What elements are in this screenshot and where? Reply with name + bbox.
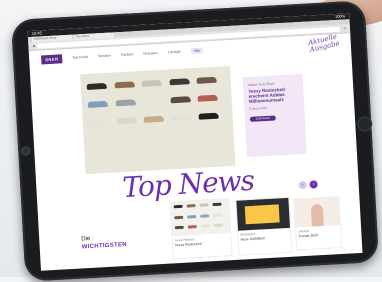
sneaker-product-image[interactable] xyxy=(87,100,108,108)
sneaker-product-image[interactable] xyxy=(196,76,218,84)
nav-item-lifestyle[interactable]: Lifestyle xyxy=(168,50,181,55)
screen: 10:45 100% SNEAKER-Shop Top News ◀ ↻ SNK… xyxy=(27,13,363,271)
nav-item-sneaker[interactable]: Sneaker xyxy=(98,54,111,59)
section-subtitle-die: Die xyxy=(81,236,91,243)
sneaker-product-image[interactable] xyxy=(197,94,219,102)
sneaker-product-image[interactable] xyxy=(116,117,137,125)
sneaker-product-image[interactable] xyxy=(86,82,107,90)
sneaker-product-image[interactable] xyxy=(142,97,164,105)
person-image xyxy=(310,203,324,227)
back-icon[interactable]: ◀ xyxy=(32,44,35,48)
sneaker-product-image[interactable] xyxy=(143,115,165,123)
sneaker-product-image[interactable] xyxy=(169,78,190,86)
sneaker-thumbnail xyxy=(187,225,197,229)
next-arrow-icon[interactable]: › xyxy=(309,180,318,189)
nav-item-releases[interactable]: Releases xyxy=(143,51,158,56)
section-title: Top News xyxy=(121,163,255,205)
sneaker-thumbnail xyxy=(212,202,222,207)
site-logo[interactable]: SNKR xyxy=(40,53,63,64)
promo-button[interactable]: Jetzt lesen xyxy=(249,115,276,122)
news-card[interactable]: Lifestyle Trends 2024 xyxy=(293,196,343,251)
news-card-image xyxy=(294,197,340,228)
sneaker-product-image[interactable] xyxy=(88,118,109,126)
promo-meta: Februar 2024 xyxy=(249,105,268,111)
news-card-image xyxy=(170,199,231,237)
sneaker-thumbnail xyxy=(213,223,223,228)
news-card-title[interactable]: Trends 2024 xyxy=(298,232,338,238)
nav-info-button[interactable]: Info xyxy=(190,47,203,55)
sneaker-product-image[interactable] xyxy=(115,99,136,107)
news-card[interactable]: Workspace Neue Kollektion xyxy=(235,196,293,256)
sneaker-thumbnail xyxy=(174,215,184,219)
hero-image[interactable] xyxy=(80,65,236,175)
sneaker-thumbnail xyxy=(213,213,223,217)
home-button[interactable] xyxy=(356,116,373,132)
news-card[interactable]: Yeezy Release Yeezy Restocked xyxy=(169,198,233,260)
carousel-arrows: ‹ › xyxy=(298,180,318,190)
battery-label: 100% xyxy=(334,13,346,19)
sneaker-product-image[interactable] xyxy=(171,114,192,122)
nav-item-fashion[interactable]: Fashion xyxy=(121,52,134,57)
sneaker-product-image[interactable] xyxy=(170,96,191,104)
sneaker-thumbnail xyxy=(174,226,184,230)
laptop-image xyxy=(244,204,280,225)
sneaker-thumbnail xyxy=(173,204,183,209)
camera-icon xyxy=(21,146,31,156)
tablet-frame: 10:45 100% SNEAKER-Shop Top News ◀ ↻ SNK… xyxy=(10,0,380,282)
sneaker-thumbnail xyxy=(200,213,210,218)
sneaker-thumbnail xyxy=(186,204,196,208)
sneaker-thumbnail xyxy=(199,203,209,207)
sneaker-product-image[interactable] xyxy=(114,81,135,89)
sneaker-grid xyxy=(86,76,227,126)
section-subtitle-wichtigsten: WICHTIGSTEN xyxy=(81,241,128,251)
promo-card[interactable]: Adidas Yeezy Boost Yeezy Restocked ersch… xyxy=(242,73,307,158)
prev-arrow-icon[interactable]: ‹ xyxy=(298,180,307,190)
sneaker-product-image[interactable] xyxy=(198,112,220,120)
sneaker-thumbnail xyxy=(200,224,210,229)
refresh-icon[interactable]: ↻ xyxy=(343,26,346,30)
sneaker-thumbnail xyxy=(187,214,197,219)
sneaker-product-image[interactable] xyxy=(141,79,163,87)
nav-item-top-deals[interactable]: Top Deals xyxy=(72,55,88,60)
news-card-image xyxy=(236,197,290,231)
promo-headline[interactable]: Yeezy Restocked erscheint Adidas Million… xyxy=(248,86,299,104)
